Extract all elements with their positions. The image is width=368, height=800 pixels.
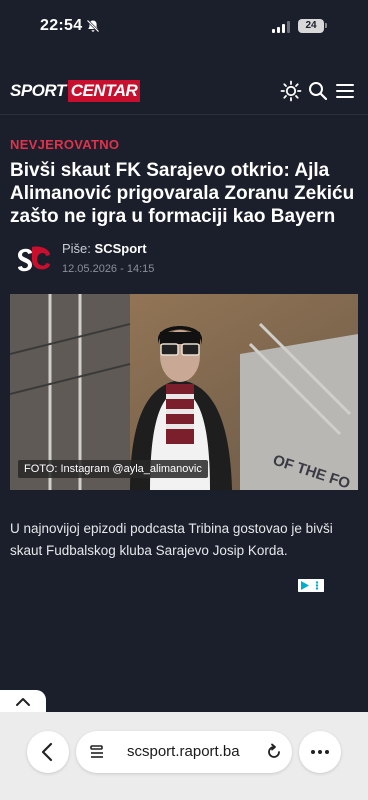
chevron-up-icon xyxy=(16,698,30,706)
logo-centar-text: CENTAR xyxy=(67,80,141,102)
byline-label: Piše: xyxy=(62,241,91,256)
article-category[interactable]: NEVJEROVATNO xyxy=(10,137,119,152)
article-body: U najnovijoj epizodi podcasta Tribina go… xyxy=(10,521,333,558)
url-text: scsport.raport.ba xyxy=(127,743,240,760)
cellular-signal-icon xyxy=(272,21,290,33)
more-icon xyxy=(311,750,329,754)
photo-caption: FOTO: Instagram @ayla_alimanovic xyxy=(18,460,208,478)
article-headline: Bivši skaut FK Sarajevo otkrio: Ajla Ali… xyxy=(10,160,355,227)
search-icon[interactable] xyxy=(307,80,329,102)
back-button[interactable] xyxy=(27,731,69,773)
reader-icon[interactable] xyxy=(88,743,106,761)
battery-tip xyxy=(325,23,327,28)
logo-sport-text: SPORT xyxy=(10,81,66,100)
address-bar[interactable]: scsport.raport.ba xyxy=(76,731,292,773)
byline: Piše: SCSport xyxy=(62,241,147,256)
site-header: SPORT CENTAR xyxy=(0,52,368,115)
silent-bell-icon xyxy=(86,19,100,33)
scroll-top-button[interactable] xyxy=(0,690,46,712)
more-button[interactable] xyxy=(299,731,341,773)
author-link[interactable]: SCSport xyxy=(95,241,147,256)
battery-icon: 24 xyxy=(298,19,324,33)
ad-choices-icon[interactable] xyxy=(298,579,324,592)
reload-icon[interactable] xyxy=(264,742,284,762)
menu-icon[interactable] xyxy=(334,80,356,102)
sun-icon[interactable] xyxy=(280,80,302,102)
status-bar: 22:54 24 xyxy=(0,0,368,52)
site-logo[interactable]: SPORT CENTAR xyxy=(10,80,141,102)
author-avatar[interactable] xyxy=(10,241,54,277)
browser-toolbar: scsport.raport.ba xyxy=(0,712,368,800)
article-photo[interactable]: OF THE FO FOTO: Instagram @ayla_alimanov… xyxy=(10,294,358,490)
publish-date: 12.05.2026 - 14:15 xyxy=(62,263,155,275)
back-icon xyxy=(41,742,53,762)
status-time: 22:54 xyxy=(40,17,83,34)
